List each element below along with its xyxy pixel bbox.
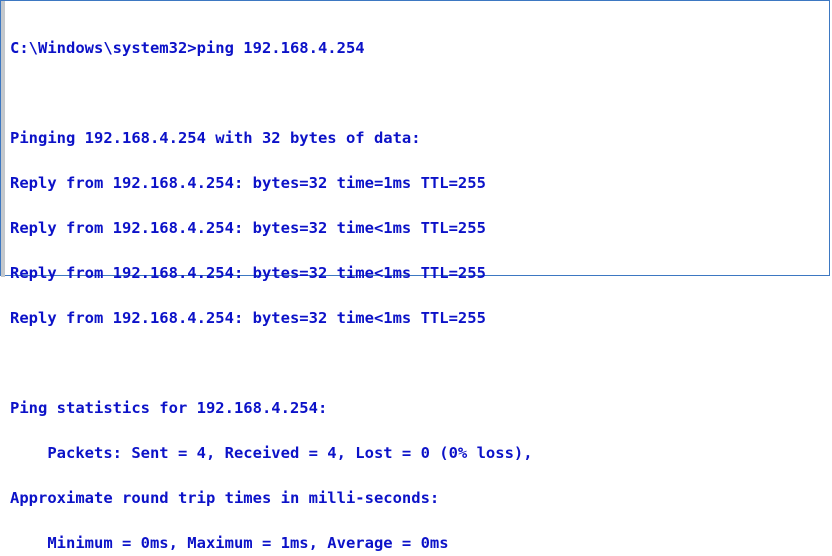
- stats-header: Ping statistics for 192.168.4.254:: [10, 399, 328, 417]
- rtt-header: Approximate round trip times in milli-se…: [10, 489, 440, 507]
- console-output: C:\Windows\system32>ping 192.168.4.254 P…: [10, 11, 533, 556]
- reply-line: Reply from 192.168.4.254: bytes=32 time<…: [10, 264, 486, 282]
- packets-line: Packets: Sent = 4, Received = 4, Lost = …: [10, 444, 533, 462]
- reply-line: Reply from 192.168.4.254: bytes=32 time<…: [10, 219, 486, 237]
- pinging-line: Pinging 192.168.4.254 with 32 bytes of d…: [10, 129, 421, 147]
- window-left-edge: [1, 1, 5, 277]
- command-line: C:\Windows\system32>ping 192.168.4.254: [10, 39, 365, 57]
- reply-line: Reply from 192.168.4.254: bytes=32 time<…: [10, 309, 486, 327]
- reply-line: Reply from 192.168.4.254: bytes=32 time=…: [10, 174, 486, 192]
- rtt-line: Minimum = 0ms, Maximum = 1ms, Average = …: [10, 534, 449, 552]
- console-window[interactable]: C:\Windows\system32>ping 192.168.4.254 P…: [0, 0, 830, 551]
